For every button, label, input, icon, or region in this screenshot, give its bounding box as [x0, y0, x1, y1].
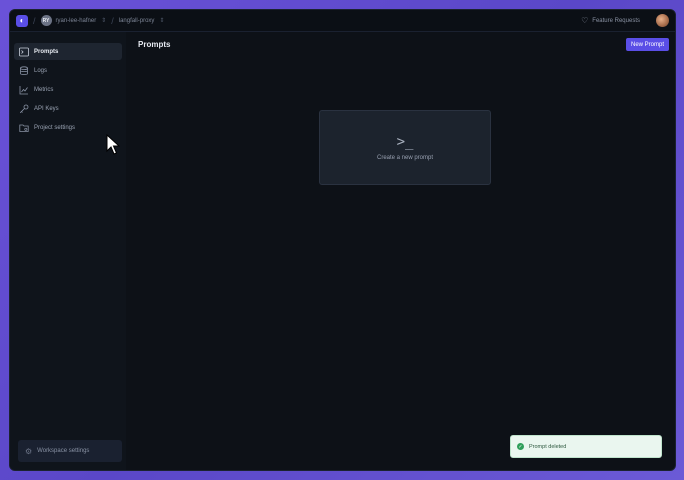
heart-icon: ♡ [581, 16, 589, 25]
sidebar-item-api-keys[interactable]: API Keys [14, 100, 122, 117]
check-circle-icon: ✓ [517, 443, 524, 450]
key-icon [19, 104, 29, 114]
sidebar: Prompts Logs Metrics API Keys Project se… [10, 32, 126, 470]
chart-icon [19, 85, 29, 95]
breadcrumb-separator: / [33, 15, 36, 26]
terminal-icon [19, 47, 29, 57]
create-prompt-card[interactable]: >_ Create a new prompt [319, 110, 491, 185]
app-logo[interactable]: ◐ [16, 14, 28, 27]
gear-icon: ⚙ [25, 446, 33, 456]
sidebar-item-label: API Keys [34, 105, 59, 112]
sidebar-nav: Prompts Logs Metrics API Keys Project se… [10, 32, 126, 136]
sidebar-item-label: Project settings [34, 124, 76, 131]
user-avatar[interactable] [656, 14, 669, 27]
create-prompt-label: Create a new prompt [376, 154, 434, 161]
sidebar-item-logs[interactable]: Logs [14, 62, 122, 79]
feature-requests-link[interactable]: ♡ Feature Requests [581, 16, 640, 25]
main-content: Prompts New Prompt >_ Create a new promp… [126, 32, 675, 470]
toast-notification: ✓ Prompt deleted [510, 435, 662, 458]
breadcrumb-separator: / [111, 15, 114, 26]
breadcrumb-project[interactable]: langfall-proxy ⇕ [118, 17, 165, 25]
feature-requests-label: Feature Requests [592, 17, 640, 24]
sidebar-item-label: Metrics [34, 86, 54, 93]
sidebar-item-label: Prompts [34, 48, 59, 55]
folder-gear-icon [19, 123, 29, 133]
top-bar: ◐ / RY ryan-lee-hafner ⇕ / langfall-prox… [10, 10, 675, 32]
workspace-avatar: RY [40, 15, 52, 26]
chevron-updown-icon: ⇕ [101, 18, 107, 24]
toast-message: Prompt deleted [529, 443, 567, 450]
terminal-prompt-icon: >_ [396, 133, 414, 150]
workspace-settings-label: Workspace settings [37, 448, 90, 454]
new-prompt-button[interactable]: New Prompt [625, 38, 669, 51]
sidebar-item-label: Logs [34, 67, 48, 74]
database-icon [19, 65, 29, 76]
mouse-cursor-icon [106, 134, 120, 155]
breadcrumb-workspace[interactable]: RY ryan-lee-hafner ⇕ [40, 15, 107, 26]
sidebar-item-metrics[interactable]: Metrics [14, 81, 122, 98]
project-name: langfall-proxy [118, 17, 155, 24]
workspace-name: ryan-lee-hafner [55, 17, 97, 24]
workspace-settings-button[interactable]: ⚙ Workspace settings [18, 440, 122, 462]
chevron-updown-icon: ⇕ [159, 18, 165, 24]
sidebar-item-prompts[interactable]: Prompts [14, 43, 122, 60]
page-title: Prompts [138, 40, 171, 49]
top-right-actions: ♡ Feature Requests [581, 14, 669, 27]
app-window: ◐ / RY ryan-lee-hafner ⇕ / langfall-prox… [9, 9, 676, 471]
